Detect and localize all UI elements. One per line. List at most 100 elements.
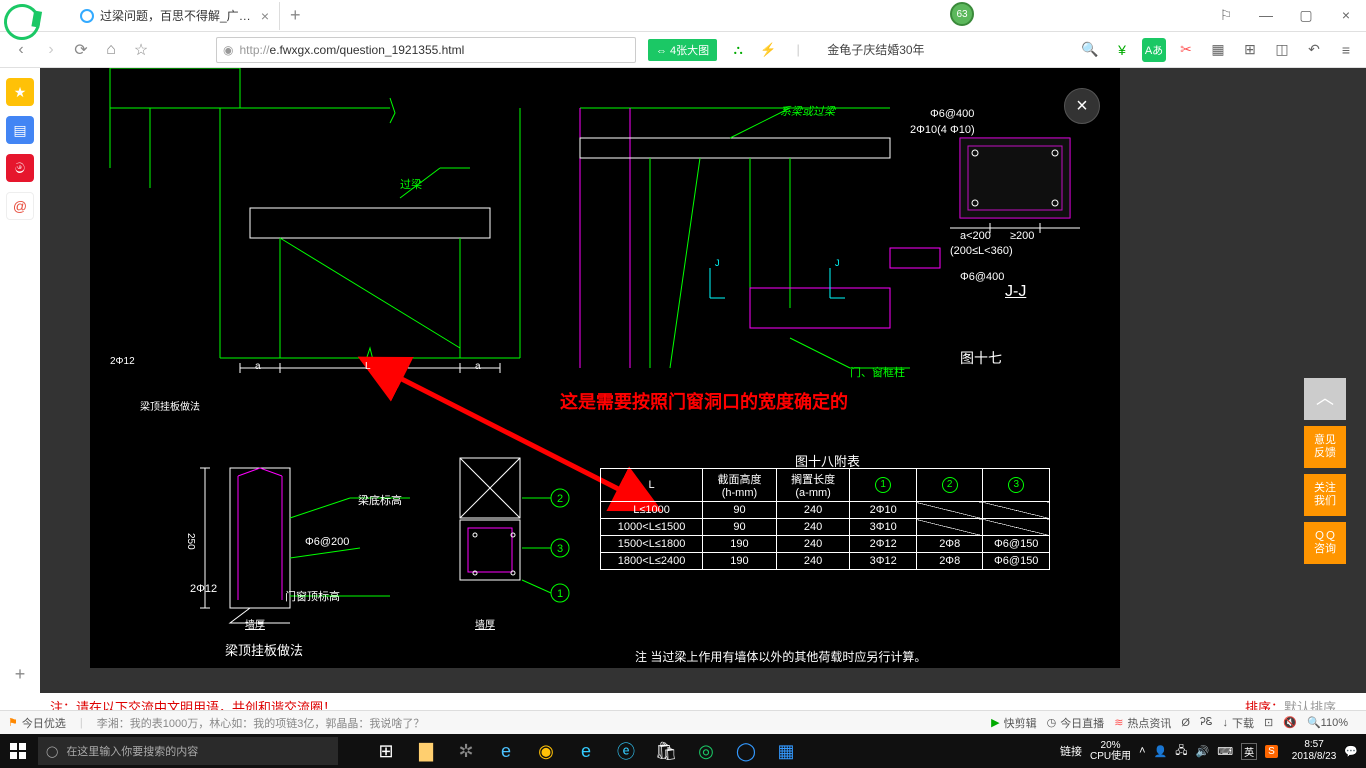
explorer-icon[interactable]: ▇	[408, 734, 444, 768]
table-row: 1800<L≤24001902403Φ122Φ8Φ6@150	[601, 553, 1050, 570]
feedback-button[interactable]: 意见 反馈	[1304, 426, 1346, 468]
svg-text:2: 2	[557, 493, 563, 505]
network-icon[interactable]: 🖧	[1175, 742, 1187, 761]
game-icon[interactable]: ᎮᏋ	[1200, 716, 1213, 729]
menu-icon[interactable]: ≡	[1334, 38, 1358, 62]
ime-keyboard-icon[interactable]: ⌨	[1217, 745, 1233, 758]
th-a: 搁置长度 (a-mm)	[776, 469, 850, 502]
volume-icon[interactable]: 🔊	[1196, 745, 1210, 758]
cpu-monitor[interactable]: 20%CPU使用	[1090, 740, 1131, 762]
taskbar-search[interactable]: ◯ 在这里输入你要搜索的内容	[38, 737, 338, 765]
undo-icon[interactable]: ↶	[1302, 38, 1326, 62]
at-icon[interactable]: @	[6, 192, 34, 220]
ime-lang[interactable]: 英	[1241, 743, 1257, 760]
today-select[interactable]: ⚑今日优选	[8, 715, 66, 731]
th-3: 3	[983, 469, 1050, 502]
taskview-icon[interactable]: ⊞	[368, 734, 404, 768]
scroll-top-button[interactable]: ︿	[1304, 378, 1346, 420]
tab-close-icon[interactable]: ×	[261, 8, 269, 24]
label-method: 梁顶挂板做法	[225, 640, 303, 659]
window-close-icon[interactable]: ×	[1326, 0, 1366, 30]
sidebar-add-icon[interactable]: +	[15, 664, 26, 685]
headline-text[interactable]: 金龟子庆结婚30年	[827, 41, 924, 58]
clock-icon: ◷	[1047, 716, 1057, 729]
window-maximize-icon[interactable]: ▢	[1286, 0, 1326, 30]
link-label[interactable]: 链接	[1060, 743, 1082, 759]
label-wall-thk2: 墙厚	[475, 616, 495, 631]
start-button[interactable]	[0, 734, 36, 768]
red-annotation: 这是需要按照门窗洞口的宽度确定的	[560, 388, 848, 414]
today-live[interactable]: ◷今日直播	[1047, 715, 1105, 731]
app-swirl-icon[interactable]: ✲	[448, 734, 484, 768]
flash-icon[interactable]: ⚡	[759, 41, 777, 59]
toolbar-right: 🔍 ¥ Aあ ✂ ▦ ⊞ ◫ ↶ ≡	[1070, 38, 1358, 62]
ie-icon[interactable]: ⓔ	[608, 734, 644, 768]
th-h: 截面高度 (h-mm)	[703, 469, 777, 502]
edge-legacy-icon[interactable]: e	[488, 734, 524, 768]
zoom-level[interactable]: 🔍 110%	[1307, 716, 1348, 729]
block-icon[interactable]: Ø	[1181, 717, 1190, 729]
globe-icon: ◉	[223, 43, 233, 57]
weibo-icon[interactable]: ම	[6, 154, 34, 182]
mute-icon[interactable]: 🔇	[1283, 716, 1297, 729]
scissors-icon[interactable]: ✂	[1174, 38, 1198, 62]
notifications-icon[interactable]: 💬	[1344, 745, 1358, 758]
news-icon[interactable]: ▤	[6, 116, 34, 144]
window-pin-icon[interactable]: ⚐	[1206, 0, 1246, 30]
titlebar: 过梁问题，百思不得解_广联达服 × + 63 ⚐ — ▢ ×	[0, 0, 1366, 32]
notification-badge[interactable]: 63	[950, 2, 974, 26]
divider: |	[80, 717, 83, 729]
nav-star-icon[interactable]: ☆	[126, 35, 156, 65]
extension-icon[interactable]: ▦	[1206, 38, 1230, 62]
label-section-jj: J-J	[1005, 283, 1026, 301]
cad-svg: 2 3 1	[90, 68, 1120, 668]
nav-reload-icon[interactable]: ⟳	[66, 35, 96, 65]
big-image-button[interactable]: ⇔ 4张大图	[648, 39, 717, 61]
th-2: 2	[916, 469, 983, 502]
translate-icon[interactable]: Aあ	[1142, 38, 1166, 62]
label-6at200: Φ6@200	[305, 536, 349, 548]
quick-edit[interactable]: ▶快剪辑	[991, 715, 1036, 731]
app-blue-icon[interactable]: ◯	[728, 734, 764, 768]
sidebar-left: ★ ▤ ම @ +	[0, 68, 40, 693]
dim-L: L	[365, 361, 371, 372]
people-icon[interactable]: 👤	[1154, 745, 1168, 758]
label-fig17: 图十七	[960, 348, 1002, 368]
tab-title: 过梁问题，百思不得解_广联达服	[100, 7, 253, 24]
news-headline[interactable]: 李湘：我的表1000万，林心如：我的项链3亿，郭晶晶：我说啥了？	[97, 715, 425, 731]
tray-up-icon[interactable]: ˄	[1139, 745, 1145, 757]
dim-a1: a	[255, 361, 261, 372]
image-close-button[interactable]: ×	[1064, 88, 1100, 124]
browser-tab[interactable]: 过梁问题，百思不得解_广联达服 ×	[70, 2, 280, 30]
share-icon[interactable]: ⛬	[729, 41, 747, 59]
360browser-icon[interactable]: ◎	[688, 734, 724, 768]
new-tab-button[interactable]: +	[290, 5, 301, 26]
app-grid-icon[interactable]: ▦	[768, 734, 804, 768]
pip-icon[interactable]: ⊡	[1264, 716, 1273, 729]
cad-drawing-image: 2 3 1 过梁 系梁或过梁 门、窗框柱 Φ6@400	[90, 68, 1120, 668]
grid-icon[interactable]: ⊞	[1238, 38, 1262, 62]
wallet-icon[interactable]: ¥	[1110, 38, 1134, 62]
qq-button[interactable]: ＱＱ 咨询	[1304, 522, 1346, 564]
sidebar-icon[interactable]: ◫	[1270, 38, 1294, 62]
window-minimize-icon[interactable]: —	[1246, 0, 1286, 30]
clock[interactable]: 8:572018/8/23	[1292, 739, 1337, 763]
float-buttons: ︿ 意见 反馈 关注 我们 ＱＱ 咨询	[1304, 378, 1346, 564]
favorites-icon[interactable]: ★	[6, 78, 34, 106]
url-input[interactable]: ◉ http://e.fwxgx.com/question_1921355.ht…	[216, 37, 636, 63]
store-icon[interactable]: 🛍	[648, 734, 684, 768]
search-icon[interactable]: 🔍	[1078, 38, 1102, 62]
hot-news[interactable]: ≋热点资讯	[1114, 715, 1171, 731]
label-wall-thk1: 墙厚	[245, 616, 265, 631]
download[interactable]: ↓下载	[1223, 715, 1255, 731]
app-yellow-icon[interactable]: ◉	[528, 734, 564, 768]
label-2f12: 2Φ12	[190, 583, 217, 595]
edge-icon[interactable]: e	[568, 734, 604, 768]
follow-button[interactable]: 关注 我们	[1304, 474, 1346, 516]
svg-text:1: 1	[557, 588, 563, 600]
nav-home-icon[interactable]: ⌂	[96, 35, 126, 65]
label-door-top: 门窗顶标高	[285, 588, 340, 604]
ime-sogou-icon[interactable]: S	[1265, 745, 1278, 758]
windows-taskbar: ◯ 在这里输入你要搜索的内容 ⊞ ▇ ✲ e ◉ e ⓔ 🛍 ◎ ◯ ▦ 链接 …	[0, 734, 1366, 768]
label-j2: J	[835, 258, 840, 268]
